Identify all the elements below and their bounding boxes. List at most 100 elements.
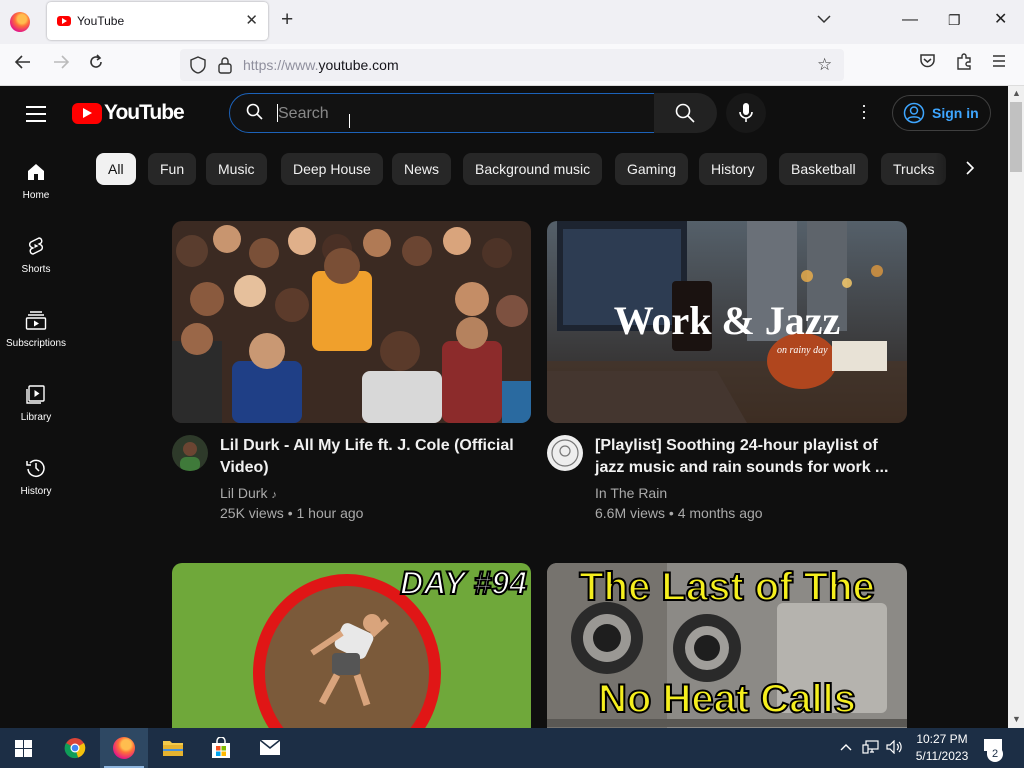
chip-music[interactable]: Music bbox=[206, 153, 267, 185]
back-button[interactable] bbox=[14, 54, 32, 74]
guide-menu-icon[interactable] bbox=[26, 106, 46, 127]
thumbnail-subtitle-text: on rainy day bbox=[777, 345, 828, 356]
search-icon bbox=[246, 103, 264, 126]
shorts-icon bbox=[29, 237, 43, 255]
system-clock[interactable]: 10:27 PM 5/11/2023 bbox=[910, 731, 974, 765]
show-hidden-icons-chevron-icon[interactable] bbox=[840, 740, 852, 754]
sidebar-item-history[interactable]: History bbox=[0, 458, 72, 497]
taskbar-chrome[interactable] bbox=[51, 728, 99, 768]
address-bar[interactable]: https://www.youtube.com ☆ bbox=[180, 49, 844, 81]
scroll-down-arrow-icon[interactable]: ▼ bbox=[1012, 714, 1021, 724]
chip-deep-house[interactable]: Deep House bbox=[281, 153, 383, 185]
chip-history[interactable]: History bbox=[699, 153, 767, 185]
firefox-logo-icon[interactable] bbox=[10, 12, 30, 32]
extensions-icon[interactable] bbox=[956, 53, 972, 75]
chip-news[interactable]: News bbox=[392, 153, 452, 185]
clock-date: 5/11/2023 bbox=[915, 749, 969, 763]
chrome-icon bbox=[64, 738, 86, 759]
network-icon[interactable] bbox=[862, 740, 880, 757]
chip-fun[interactable]: Fun bbox=[148, 153, 197, 185]
reload-button[interactable] bbox=[88, 54, 104, 74]
voice-search-button[interactable] bbox=[726, 93, 766, 133]
sidebar-item-subscriptions[interactable]: Subscriptions bbox=[0, 310, 72, 349]
mouse-text-cursor bbox=[349, 114, 358, 128]
forward-button[interactable] bbox=[52, 54, 70, 74]
browser-tab-youtube[interactable]: YouTube ✕ bbox=[47, 2, 268, 40]
sidebar-item-shorts[interactable]: Shorts bbox=[0, 236, 72, 275]
video-title[interactable]: Lil Durk - All My Life ft. J. Cole (Offi… bbox=[220, 435, 520, 479]
notification-count-badge: 2 bbox=[987, 746, 1003, 762]
close-window-button[interactable]: ✕ bbox=[994, 10, 1007, 30]
list-all-tabs-button[interactable] bbox=[817, 11, 831, 29]
search-box[interactable] bbox=[229, 93, 655, 133]
pocket-icon[interactable] bbox=[919, 53, 936, 74]
crowd-photo-thumbnail bbox=[172, 221, 531, 423]
taskbar-firefox[interactable] bbox=[100, 728, 148, 768]
search-icon bbox=[675, 103, 695, 123]
browser-tab-strip: YouTube ✕ + — ❐ ✕ bbox=[0, 0, 1024, 44]
channel-avatar[interactable] bbox=[172, 435, 208, 471]
sidebar-item-library[interactable]: Library bbox=[0, 384, 72, 423]
bookmark-star-icon[interactable]: ☆ bbox=[817, 55, 832, 75]
volume-icon[interactable] bbox=[886, 739, 904, 757]
new-tab-button[interactable]: + bbox=[281, 9, 293, 31]
thumbnail-title-line-2: No Heat Calls bbox=[597, 676, 857, 722]
scrollbar-thumb[interactable] bbox=[1010, 102, 1022, 172]
microphone-icon bbox=[739, 103, 753, 122]
taskbar-file-explorer[interactable] bbox=[149, 728, 197, 768]
thumbnail-title-line-1: The Last of The bbox=[578, 564, 876, 610]
search-button[interactable] bbox=[654, 93, 717, 133]
home-icon bbox=[28, 164, 44, 180]
video-title[interactable]: [Playlist] Soothing 24-hour playlist of … bbox=[595, 435, 895, 479]
settings-more-icon[interactable]: · · · bbox=[856, 96, 872, 126]
chip-gaming[interactable]: Gaming bbox=[615, 153, 689, 185]
app-menu-icon[interactable] bbox=[992, 53, 1006, 73]
page-scrollbar[interactable]: ▲ ▼ bbox=[1008, 86, 1024, 728]
tracking-protection-shield-icon[interactable] bbox=[190, 56, 206, 79]
browser-nav-bar: https://www.youtube.com ☆ bbox=[0, 44, 1024, 86]
sign-in-button[interactable]: Sign in bbox=[892, 95, 991, 131]
video-metadata: 6.6M views • 4 months ago bbox=[595, 505, 763, 521]
text-caret bbox=[277, 104, 278, 122]
youtube-wordmark[interactable]: YouTube bbox=[104, 101, 185, 125]
youtube-logo-icon[interactable] bbox=[72, 103, 102, 124]
lock-icon[interactable] bbox=[218, 56, 232, 79]
thumbnail-title-text: Work & Jazz bbox=[613, 298, 841, 343]
sidebar-label: Library bbox=[20, 412, 52, 423]
chevron-right-icon[interactable] bbox=[965, 160, 975, 181]
video-thumbnail[interactable]: Work & Jazz on rainy day bbox=[547, 221, 907, 423]
url-text[interactable]: https://www.youtube.com bbox=[243, 57, 399, 73]
search-input[interactable] bbox=[276, 101, 640, 127]
minimize-window-button[interactable]: — bbox=[902, 10, 918, 30]
chip-background-music[interactable]: Background music bbox=[463, 153, 603, 185]
channel-avatar[interactable] bbox=[547, 435, 583, 471]
video-thumbnail[interactable]: The Last of The No Heat Calls bbox=[547, 563, 907, 728]
clock-time: 10:27 PM bbox=[916, 732, 968, 746]
video-thumbnail[interactable] bbox=[172, 221, 531, 423]
close-tab-icon[interactable]: ✕ bbox=[245, 11, 258, 29]
chip-basketball[interactable]: Basketball bbox=[779, 153, 868, 185]
video-thumbnail[interactable]: DAY #94 bbox=[172, 563, 531, 728]
youtube-favicon-icon bbox=[57, 16, 71, 26]
sidebar-item-home[interactable]: Home bbox=[0, 162, 72, 201]
account-circle-icon bbox=[903, 102, 925, 129]
sidebar-label: Shorts bbox=[21, 264, 51, 275]
folder-icon bbox=[163, 741, 183, 756]
taskbar-mail[interactable] bbox=[246, 728, 294, 768]
mail-icon bbox=[259, 739, 281, 755]
start-button[interactable] bbox=[0, 728, 48, 768]
youtube-page: YouTube ··· Sign in Home Shorts Subscrip… bbox=[0, 86, 1008, 728]
channel-name[interactable]: Lil Durk ♪ bbox=[220, 485, 277, 501]
scroll-up-arrow-icon[interactable]: ▲ bbox=[1012, 88, 1021, 98]
subscriptions-icon bbox=[25, 311, 47, 330]
sidebar-label: Home bbox=[22, 190, 50, 201]
history-icon bbox=[26, 459, 45, 478]
music-note-badge-icon: ♪ bbox=[271, 489, 277, 501]
channel-name[interactable]: In The Rain bbox=[595, 485, 667, 501]
taskbar-microsoft-store[interactable] bbox=[197, 728, 245, 768]
maximize-window-button[interactable]: ❐ bbox=[948, 10, 961, 30]
thumbnail-day-text: DAY #94 bbox=[399, 564, 528, 602]
sidebar-label: Subscriptions bbox=[5, 338, 67, 349]
chip-all[interactable]: All bbox=[96, 153, 136, 185]
library-icon bbox=[26, 385, 45, 404]
